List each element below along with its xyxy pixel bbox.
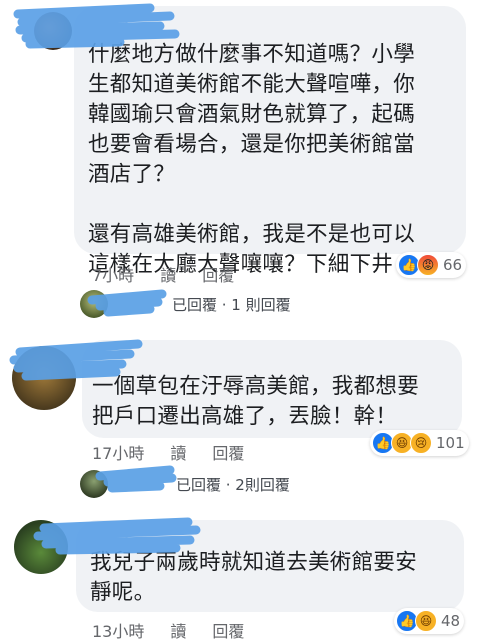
- comment-text: 什麼地方做什麼事不知道嗎？小學 生都知道美術館不能大聲喧嘩，你 韓國瑜只會酒氣財色就…: [88, 42, 416, 277]
- haha-reaction-icon: 😆: [415, 610, 437, 632]
- comment-actions: 7小時 讀 回覆: [92, 262, 234, 286]
- reply-summary-text: 已回覆 · 1 則回覆: [172, 295, 291, 314]
- comment-actions: 17小時 讀 回覆: [92, 440, 244, 464]
- reaction-summary[interactable]: 👍 😆 😢 101: [370, 430, 469, 456]
- comment-bubble: 一個草包在汙辱高美館，我都想要 把戶口遷出高雄了，丟臉！幹！: [82, 340, 462, 438]
- sad-reaction-icon: 😢: [410, 432, 432, 454]
- reply-summary-link[interactable]: 已回覆 · 1 則回覆: [80, 290, 291, 318]
- comment-bubble: 我兒子兩歲時就知道去美術館要安 靜呢。: [76, 520, 464, 612]
- reaction-summary[interactable]: 👍 😆 48: [394, 608, 465, 634]
- reply-summary-text: 已回覆 · 2則回覆: [176, 475, 290, 494]
- commenter-avatar[interactable]: [12, 346, 76, 410]
- read-button[interactable]: 讀: [170, 618, 186, 642]
- comment-timestamp[interactable]: 17小時: [92, 440, 144, 464]
- reply-avatar: [80, 470, 108, 498]
- commenter-avatar[interactable]: [34, 12, 72, 50]
- reply-button[interactable]: 回覆: [212, 440, 244, 464]
- commenter-avatar[interactable]: [14, 520, 68, 574]
- comment-timestamp[interactable]: 13小時: [92, 618, 144, 642]
- comment-text: 我兒子兩歲時就知道去美術館要安 靜呢。: [90, 550, 418, 605]
- read-button[interactable]: 讀: [160, 262, 176, 286]
- reply-avatar: [80, 290, 108, 318]
- reaction-count: 66: [443, 256, 463, 274]
- reaction-summary[interactable]: 👍 😡 66: [396, 252, 467, 278]
- read-button[interactable]: 讀: [170, 440, 186, 464]
- reply-summary-link[interactable]: 已回覆 · 2則回覆: [80, 470, 290, 498]
- comment-timestamp[interactable]: 7小時: [92, 262, 134, 286]
- comment-actions: 13小時 讀 回覆: [92, 618, 244, 642]
- comment-bubble: 什麼地方做什麼事不知道嗎？小學 生都知道美術館不能大聲喧嘩，你 韓國瑜只會酒氣財色就…: [74, 6, 466, 277]
- angry-reaction-icon: 😡: [417, 254, 439, 276]
- comment-text: 一個草包在汙辱高美館，我都想要 把戶口遷出高雄了，丟臉！幹！: [92, 374, 420, 429]
- reply-button[interactable]: 回覆: [212, 618, 244, 642]
- reply-button[interactable]: 回覆: [202, 262, 234, 286]
- reaction-count: 101: [436, 434, 465, 452]
- reaction-count: 48: [441, 612, 461, 630]
